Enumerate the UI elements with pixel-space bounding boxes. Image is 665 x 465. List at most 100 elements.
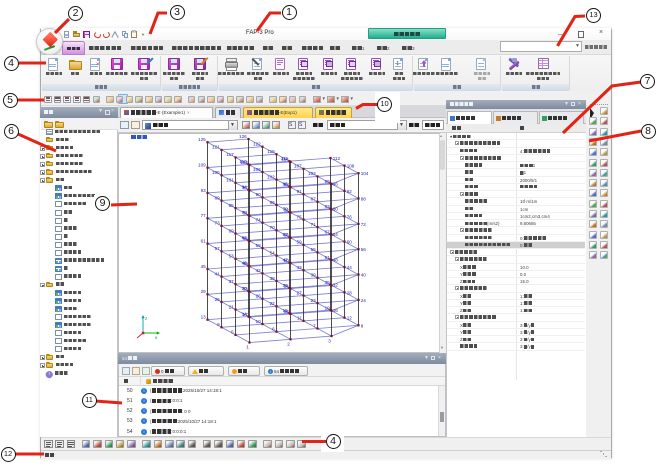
svg-text:28: 28 xyxy=(347,290,353,295)
svg-text:43: 43 xyxy=(297,265,303,270)
svg-text:10: 10 xyxy=(256,319,262,324)
svg-text:15: 15 xyxy=(283,308,289,313)
svg-text:57: 57 xyxy=(215,246,221,251)
svg-text:117: 117 xyxy=(226,152,234,157)
svg-text:41: 41 xyxy=(215,271,221,276)
svg-text:53: 53 xyxy=(229,254,235,259)
svg-text:42: 42 xyxy=(256,268,262,273)
svg-text:46: 46 xyxy=(242,261,248,266)
svg-text:80: 80 xyxy=(333,207,339,212)
svg-text:55: 55 xyxy=(311,247,317,252)
svg-text:39: 39 xyxy=(311,273,317,278)
svg-text:60: 60 xyxy=(347,240,353,245)
svg-text:94: 94 xyxy=(242,185,248,190)
svg-text:64: 64 xyxy=(333,232,339,237)
svg-text:77: 77 xyxy=(201,213,207,218)
svg-text:23: 23 xyxy=(311,298,317,303)
svg-text:13: 13 xyxy=(201,315,207,320)
svg-text:105: 105 xyxy=(212,170,220,175)
svg-text:1: 1 xyxy=(246,345,249,350)
svg-text:14: 14 xyxy=(242,311,248,316)
svg-text:85: 85 xyxy=(229,203,235,208)
svg-text:111: 111 xyxy=(281,156,288,161)
svg-text:24: 24 xyxy=(361,298,367,303)
svg-text:110: 110 xyxy=(239,159,247,164)
svg-text:108: 108 xyxy=(347,164,355,169)
svg-text:9: 9 xyxy=(217,322,220,327)
svg-text:126: 126 xyxy=(239,134,247,139)
svg-text:71: 71 xyxy=(311,222,317,227)
svg-text:74: 74 xyxy=(256,218,262,223)
svg-text:95: 95 xyxy=(283,181,289,186)
svg-text:26: 26 xyxy=(256,294,262,299)
svg-text:31: 31 xyxy=(283,283,289,288)
svg-text:101: 101 xyxy=(226,178,234,183)
svg-text:30: 30 xyxy=(242,286,248,291)
svg-text:72: 72 xyxy=(361,222,367,227)
svg-text:75: 75 xyxy=(297,214,303,219)
svg-text:25: 25 xyxy=(215,297,221,302)
svg-text:47: 47 xyxy=(283,257,289,262)
svg-text:102: 102 xyxy=(267,174,275,179)
svg-text:11: 11 xyxy=(297,316,302,321)
svg-text:88: 88 xyxy=(361,197,367,202)
svg-text:22: 22 xyxy=(270,301,276,306)
svg-text:103: 103 xyxy=(308,171,316,176)
svg-text:69: 69 xyxy=(229,228,235,233)
svg-text:2: 2 xyxy=(287,342,290,347)
svg-text:73: 73 xyxy=(215,221,221,226)
svg-text:91: 91 xyxy=(297,189,303,194)
svg-text:107: 107 xyxy=(294,164,302,169)
svg-text:59: 59 xyxy=(297,240,303,245)
svg-text:56: 56 xyxy=(361,247,367,252)
svg-text:21: 21 xyxy=(229,304,235,309)
svg-text:76: 76 xyxy=(347,214,353,219)
svg-text:38: 38 xyxy=(270,276,276,281)
svg-text:58: 58 xyxy=(256,243,262,248)
svg-text:93: 93 xyxy=(201,188,207,193)
svg-text:104: 104 xyxy=(361,171,369,176)
svg-text:109: 109 xyxy=(198,162,206,167)
svg-text:35: 35 xyxy=(325,280,331,285)
svg-text:8: 8 xyxy=(361,323,364,328)
svg-text:122: 122 xyxy=(253,142,261,147)
svg-text:96: 96 xyxy=(333,181,339,186)
svg-text:67: 67 xyxy=(325,230,331,235)
svg-text:32: 32 xyxy=(333,283,339,288)
svg-text:x: x xyxy=(155,335,158,340)
svg-text:87: 87 xyxy=(311,197,317,202)
svg-text:44: 44 xyxy=(347,265,353,270)
svg-text:99: 99 xyxy=(325,179,331,184)
svg-text:5: 5 xyxy=(231,330,234,335)
svg-text:62: 62 xyxy=(242,235,248,240)
svg-text:z: z xyxy=(145,316,148,321)
svg-text:89: 89 xyxy=(215,195,221,200)
svg-text:40: 40 xyxy=(361,273,367,278)
svg-text:125: 125 xyxy=(198,137,206,142)
svg-text:92: 92 xyxy=(347,189,353,194)
svg-text:61: 61 xyxy=(201,238,207,243)
svg-text:54: 54 xyxy=(270,250,276,255)
svg-text:121: 121 xyxy=(212,145,220,150)
svg-text:83: 83 xyxy=(325,204,331,209)
svg-text:86: 86 xyxy=(270,200,276,205)
svg-text:63: 63 xyxy=(283,232,289,237)
svg-text:6: 6 xyxy=(272,327,275,332)
svg-text:3: 3 xyxy=(328,338,331,343)
svg-text:51: 51 xyxy=(325,255,331,260)
svg-text:45: 45 xyxy=(201,264,207,269)
svg-text:112: 112 xyxy=(333,156,341,161)
svg-text:118: 118 xyxy=(267,149,275,154)
svg-text:79: 79 xyxy=(283,207,289,212)
svg-text:106: 106 xyxy=(253,167,261,172)
svg-text:37: 37 xyxy=(229,279,235,284)
svg-text:90: 90 xyxy=(256,192,262,197)
svg-text:19: 19 xyxy=(325,306,331,311)
svg-text:78: 78 xyxy=(242,210,248,215)
svg-text:29: 29 xyxy=(201,289,207,294)
svg-text:27: 27 xyxy=(297,290,303,295)
svg-text:12: 12 xyxy=(347,316,353,321)
svg-text:48: 48 xyxy=(333,257,339,262)
svg-text:16: 16 xyxy=(333,308,339,313)
svg-text:7: 7 xyxy=(313,323,316,328)
